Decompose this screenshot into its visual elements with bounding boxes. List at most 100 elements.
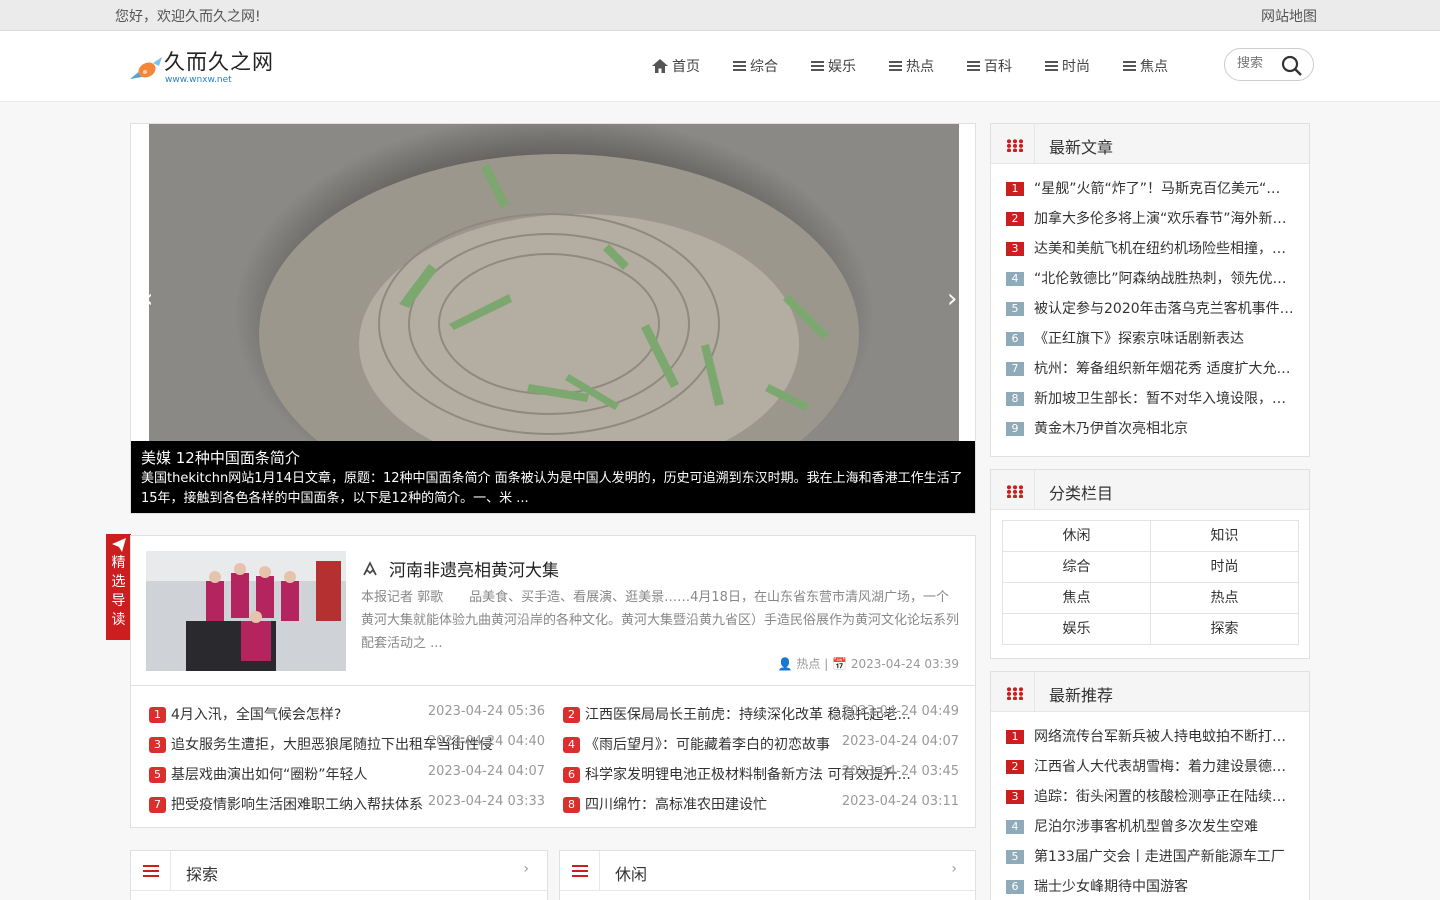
sitemap-link[interactable]: 网站地图 <box>1261 6 1317 26</box>
calendar-icon: 📅 <box>832 657 848 671</box>
search-icon[interactable] <box>1281 55 1303 77</box>
rank-badge: 5 <box>1006 302 1024 316</box>
nav-label: 焦点 <box>1140 59 1168 75</box>
category-header[interactable]: 休闲 › <box>560 851 975 891</box>
rank-badge: 3 <box>149 737 166 753</box>
panel-title: 最新推荐 <box>1049 686 1114 705</box>
nav-yule[interactable]: 娱乐 <box>811 56 856 76</box>
grid-icon <box>1006 139 1023 152</box>
category-link[interactable]: 时尚 <box>1150 551 1299 583</box>
nav-jiaodian[interactable]: 焦点 <box>1123 56 1168 76</box>
list-icon <box>1123 61 1136 71</box>
pick-article-title[interactable]: 河南非遗亮相黄河大集 <box>361 556 559 581</box>
list-icon <box>733 61 746 71</box>
pick-article: 河南非遗亮相黄河大集 本报记者 郭歌 品美食、买手造、看展演、逛美景……4月18… <box>130 535 976 686</box>
pick-tag: 精选导读 <box>106 534 131 640</box>
category-link[interactable]: 焦点 <box>1002 582 1151 614</box>
rank-badge: 9 <box>1006 422 1024 436</box>
rank-badge: 1 <box>1006 730 1024 744</box>
list-item[interactable]: 6 科学家发明锂电池正极材料制备新方法 可有效提升... 2023-04-24 03… <box>563 764 959 794</box>
site-header: 久而久之网 www.wnxw.net 首页 综合 娱乐 热点 百科 时尚 焦点 <box>0 31 1440 102</box>
list-item[interactable]: 5 第133届广交会丨走进国产新能源车工厂 <box>1006 842 1294 872</box>
user-icon: 👤 <box>777 657 793 671</box>
list-icon <box>889 61 902 71</box>
latest-articles-panel: 最新文章 1 “星舰”火箭“炸了”！马斯克百亿美元“蒸发” 2 加拿大多伦多将上演“… <box>990 123 1310 457</box>
recommend-panel: 最新推荐 1 网络流传台军新兵被人持电蚊拍不断打头，台军回应 2 江西省人大代表胡雪… <box>990 671 1310 900</box>
grid-icon <box>1006 687 1023 700</box>
nav-label: 娱乐 <box>828 59 856 75</box>
featured-slider[interactable]: ‹ › 美媒 12种中国面条简介 美国thekitchn网站1月14日文章，原题… <box>130 123 976 514</box>
rank-badge: 6 <box>1006 332 1024 346</box>
rank-badge: 2 <box>1006 760 1024 774</box>
slide-caption[interactable]: 美媒 12种中国面条简介 美国thekitchn网站1月14日文章，原题：12种… <box>131 441 975 513</box>
list-item[interactable]: 8 新加坡卫生部长：暂不对华入境设限，将继续观察 <box>1006 384 1294 414</box>
slider-next-arrow-icon[interactable]: › <box>947 284 961 314</box>
list-icon <box>967 61 980 71</box>
list-item[interactable]: 2 江西医保局局长王前虎：持续深化改革 稳稳托起老... 2023-04-24 04… <box>563 704 959 734</box>
pick-article-category[interactable]: 热点 <box>796 657 820 671</box>
list-item[interactable]: 2 加拿大多伦多将上演“欢乐春节”海外新年庆祝活动 <box>1006 204 1294 234</box>
news-title: 四川绵竹：高标准农田建设忙 <box>585 797 767 813</box>
pick-tag-label: 精选导读 <box>111 555 126 628</box>
list-item[interactable]: 6 瑞士少女峰期待中国游客 <box>1006 872 1294 900</box>
list-icon <box>811 61 824 71</box>
category-link[interactable]: 探索 <box>1150 613 1299 645</box>
nav-label: 综合 <box>750 59 778 75</box>
nav-baike[interactable]: 百科 <box>967 56 1012 76</box>
menu-icon <box>131 851 171 891</box>
site-logo[interactable]: 久而久之网 www.wnxw.net <box>126 45 306 91</box>
list-item[interactable]: 5 基层戏曲演出如何“圈粉”年轻人 2023-04-24 04:07 <box>149 764 545 794</box>
category-title: 探索 <box>186 865 219 884</box>
list-icon <box>1045 61 1058 71</box>
category-link[interactable]: 热点 <box>1150 582 1299 614</box>
list-item[interactable]: 1 4月入汛，全国气候会怎样? 2023-04-24 05:36 <box>149 704 545 734</box>
slider-prev-arrow-icon[interactable]: ‹ <box>143 284 157 314</box>
grid-icon-wrap <box>991 672 1035 712</box>
rank-badge: 2 <box>563 707 580 723</box>
list-item[interactable]: 8 四川绵竹：高标准农田建设忙 2023-04-24 03:11 <box>563 794 959 824</box>
news-title: 基层戏曲演出如何“圈粉”年轻人 <box>171 767 368 783</box>
list-item[interactable]: 7 把受疫情影响生活困难职工纳入帮扶体系 2023-04-24 03:33 <box>149 794 545 824</box>
category-link[interactable]: 休闲 <box>1002 520 1151 552</box>
search-input[interactable] <box>1237 56 1277 71</box>
list-item[interactable]: 4 尼泊尔涉事客机机型曾多次发生空难 <box>1006 812 1294 842</box>
list-item[interactable]: 5 被认定参与2020年击落乌克兰客机事件的人员受审 <box>1006 294 1294 324</box>
list-item[interactable]: 7 杭州：筹备组织新年烟花秀 适度扩大允许燃放区域 <box>1006 354 1294 384</box>
list-item[interactable]: 1 网络流传台军新兵被人持电蚊拍不断打头，台军回应 <box>1006 722 1294 752</box>
list-item[interactable]: 3 追踪：街头闲置的核酸检测亭正在陆续撤除 <box>1006 782 1294 812</box>
ribbon-icon <box>363 560 377 575</box>
category-header[interactable]: 探索 › <box>131 851 547 891</box>
list-item[interactable]: 1 “星舰”火箭“炸了”！马斯克百亿美元“蒸发” <box>1006 174 1294 204</box>
chevron-right-icon[interactable]: › <box>951 861 957 877</box>
item-title: 追踪：街头闲置的核酸检测亭正在陆续撤除 <box>1034 789 1294 805</box>
category-link[interactable]: 娱乐 <box>1002 613 1151 645</box>
slide-desc: 美国thekitchn网站1月14日文章，原题：12种中国面条简介 面条被认为是… <box>141 471 963 506</box>
slide-image[interactable] <box>149 124 959 513</box>
grid-icon <box>1006 485 1023 498</box>
category-link[interactable]: 综合 <box>1002 551 1151 583</box>
nav-redian[interactable]: 热点 <box>889 56 934 76</box>
latest-list: 1 “星舰”火箭“炸了”！马斯克百亿美元“蒸发” 2 加拿大多伦多将上演“欢乐春节”… <box>991 164 1309 454</box>
list-item[interactable]: 2 江西省人大代表胡雪梅：着力建设景德镇国家陶瓷文化传承创新试验区 <box>1006 752 1294 782</box>
chevron-right-icon[interactable]: › <box>523 861 529 877</box>
logo-title: 久而久之网 <box>164 50 274 74</box>
category-link[interactable]: 知识 <box>1150 520 1299 552</box>
list-item[interactable]: 6 《正红旗下》探索京味话剧新表达 <box>1006 324 1294 354</box>
list-item[interactable]: 9 黄金木乃伊首次亮相北京 <box>1006 414 1294 444</box>
list-item[interactable]: 4 《雨后望月》：可能藏着李白的初恋故事 2023-04-24 04:07 <box>563 734 959 764</box>
news-time: 2023-04-24 05:36 <box>427 704 545 719</box>
list-item[interactable]: 3 达美和美航飞机在纽约机场险些相撞，均无人员受伤 <box>1006 234 1294 264</box>
list-item[interactable]: 4 “北伦敦德比”阿森纳战胜热刺，领先优势扩大到8分 <box>1006 264 1294 294</box>
pick-article-summary: 本报记者 郭歌 品美食、买手造、看展演、逛美景……4月18日，在山东省东营市清风… <box>361 590 960 651</box>
nav-zonghe[interactable]: 综合 <box>733 56 778 76</box>
item-title: 《正红旗下》探索京味话剧新表达 <box>1034 331 1244 347</box>
panel-title: 分类栏目 <box>1049 484 1114 503</box>
list-item[interactable]: 3 追女服务生遭拒，大胆恶狼尾随拉下出租车当街性侵 2023-04-24 04:40 <box>149 734 545 764</box>
rank-badge: 7 <box>149 797 166 813</box>
nav-home[interactable]: 首页 <box>652 56 700 76</box>
pick-article-image[interactable] <box>146 551 346 671</box>
news-time: 2023-04-24 04:07 <box>841 734 959 749</box>
candy-logo-icon <box>130 57 162 79</box>
nav-shishang[interactable]: 时尚 <box>1045 56 1090 76</box>
rank-badge: 8 <box>563 797 580 813</box>
